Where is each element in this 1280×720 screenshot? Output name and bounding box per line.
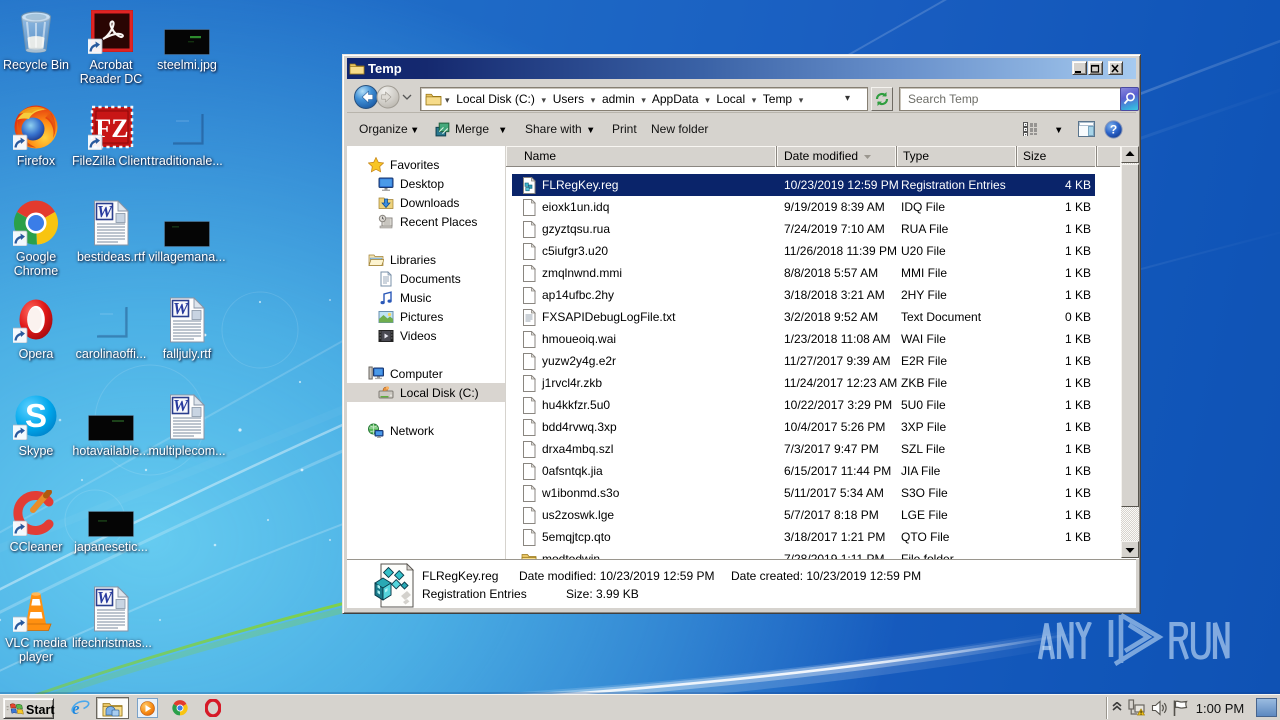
svg-text:W: W — [97, 588, 114, 607]
svg-text:S: S — [25, 397, 47, 434]
svg-text:W: W — [173, 299, 190, 318]
svg-text:W: W — [97, 202, 114, 221]
svg-text:W: W — [173, 396, 190, 415]
svg-text:?: ? — [1110, 123, 1117, 137]
